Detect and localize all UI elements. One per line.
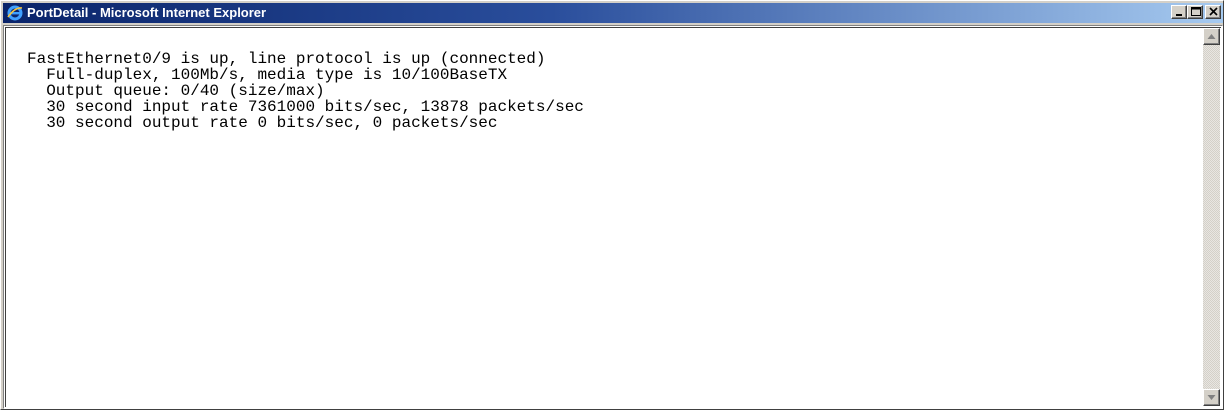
maximize-button[interactable] <box>1187 5 1203 19</box>
port-detail-output: FastEthernet0/9 is up, line protocol is … <box>27 51 584 131</box>
arrow-down-icon <box>1207 395 1216 400</box>
scroll-up-button[interactable] <box>1203 28 1220 45</box>
close-button[interactable] <box>1205 5 1221 19</box>
minimize-button[interactable] <box>1171 5 1187 19</box>
vertical-scrollbar[interactable] <box>1203 28 1220 406</box>
browser-window: PortDetail - Microsoft Internet Explorer… <box>0 0 1224 410</box>
minimize-icon <box>1176 14 1182 16</box>
maximize-icon <box>1191 7 1201 16</box>
scroll-down-button[interactable] <box>1203 389 1220 406</box>
title-bar[interactable]: PortDetail - Microsoft Internet Explorer <box>3 3 1223 23</box>
internet-explorer-icon <box>7 5 23 21</box>
close-icon <box>1209 7 1218 16</box>
arrow-up-icon <box>1207 34 1216 39</box>
window-title: PortDetail - Microsoft Internet Explorer <box>27 5 267 20</box>
console-line: 30 second output rate 0 bits/sec, 0 pack… <box>27 114 498 132</box>
